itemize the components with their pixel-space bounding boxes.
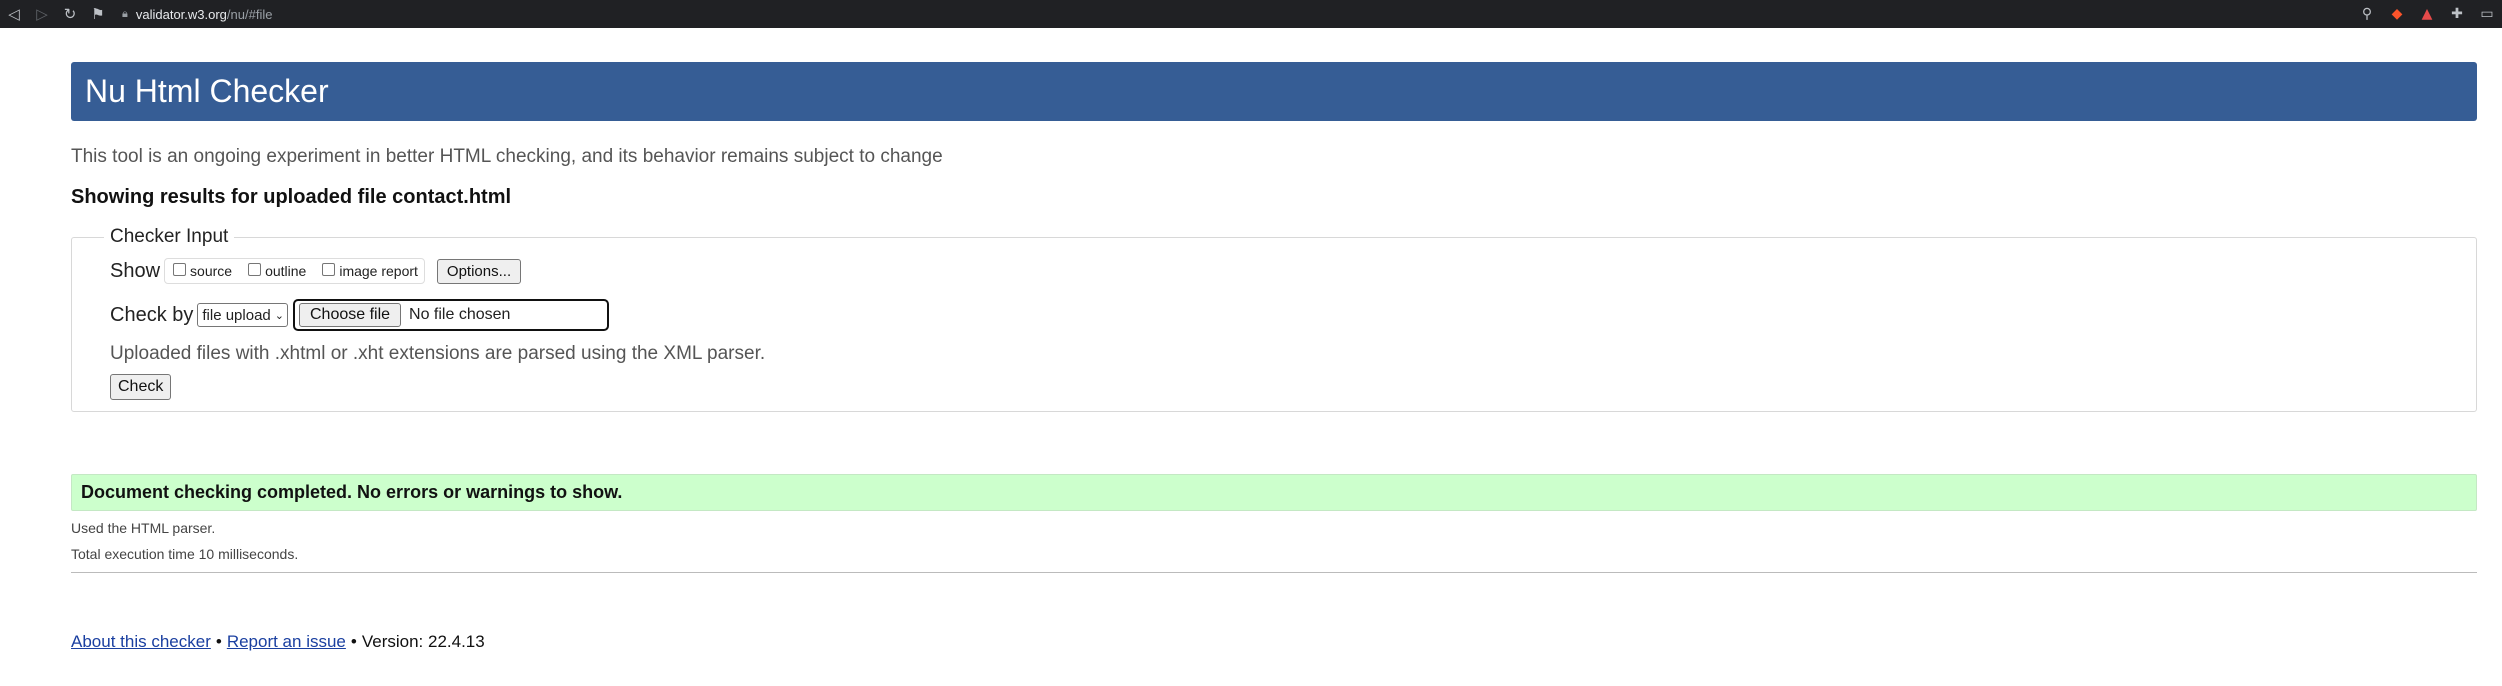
lock-icon[interactable]: 🔒︎ bbox=[122, 7, 128, 21]
image-report-checkbox[interactable] bbox=[322, 262, 336, 276]
check-button[interactable]: Check bbox=[110, 374, 172, 400]
no-file-text: No file chosen bbox=[409, 306, 511, 323]
checker-input-legend: Checker Input bbox=[110, 226, 229, 247]
toolbar-right: ⚲ ◆ ▲ ✚ ▭ bbox=[2352, 0, 2502, 28]
outline-checkbox[interactable] bbox=[248, 262, 262, 276]
divider bbox=[71, 572, 2477, 573]
check-by-row: Check by file upload ⌄ Choose file No fi… bbox=[110, 299, 2438, 331]
zoom-icon[interactable]: ⚲ bbox=[2352, 0, 2382, 28]
choose-file-button[interactable]: Choose file bbox=[298, 303, 402, 327]
back-icon[interactable]: ◁ bbox=[0, 0, 28, 28]
xml-parser-note: Uploaded files with .xhtml or .xht exten… bbox=[110, 343, 766, 364]
execution-time: Total execution time 10 milliseconds. bbox=[71, 546, 299, 562]
bookmark-icon[interactable]: ⚑ bbox=[84, 0, 112, 28]
parser-note: Used the HTML parser. bbox=[71, 520, 216, 536]
forward-icon[interactable]: ▷ bbox=[28, 0, 56, 28]
show-label: Show bbox=[110, 259, 161, 282]
url-path: /nu/#file bbox=[226, 6, 273, 22]
results-heading: Showing results for uploaded file contac… bbox=[71, 186, 512, 208]
url-host: validator.w3.org bbox=[135, 6, 227, 22]
version-text: Version: 22.4.13 bbox=[361, 632, 485, 651]
source-checkbox[interactable] bbox=[173, 262, 187, 276]
header-bar: Nu Html Checker bbox=[71, 62, 2477, 121]
source-label[interactable]: source bbox=[190, 263, 232, 279]
footer-separator: • bbox=[350, 632, 357, 651]
browser-toolbar: ◁ ▷ ↻ ⚑ 🔒︎ validator.w3.org/nu/#file ⚲ ◆… bbox=[0, 0, 2502, 28]
address-bar[interactable]: validator.w3.org/nu/#file bbox=[136, 7, 273, 22]
brave-rewards-icon[interactable]: ▲ bbox=[2412, 0, 2442, 28]
extensions-icon[interactable]: ✚ bbox=[2442, 0, 2472, 28]
check-by-value: file upload bbox=[202, 306, 271, 324]
reload-icon[interactable]: ↻ bbox=[56, 0, 84, 28]
options-button[interactable]: Options... bbox=[436, 258, 522, 284]
check-by-label: Check by bbox=[110, 303, 194, 326]
checker-input-fieldset: Checker Input Show source outline image … bbox=[71, 226, 2477, 412]
footer: About this checker • Report an issue • Versi… bbox=[71, 632, 2477, 652]
show-options-group: source outline image report bbox=[164, 258, 425, 284]
show-row: Show source outline image report Options… bbox=[110, 258, 2438, 284]
check-by-select[interactable]: file upload ⌄ bbox=[197, 303, 288, 327]
about-checker-link[interactable]: About this checker bbox=[71, 632, 211, 651]
report-issue-link[interactable]: Report an issue bbox=[227, 632, 346, 651]
chevron-down-icon: ⌄ bbox=[274, 308, 284, 322]
page-content: Nu Html Checker This tool is an ongoing … bbox=[71, 62, 2477, 652]
outline-label[interactable]: outline bbox=[265, 263, 306, 279]
intro-text: This tool is an ongoing experiment in be… bbox=[71, 146, 943, 167]
footer-separator: • bbox=[215, 632, 222, 651]
success-message: Document checking completed. No errors o… bbox=[71, 474, 2477, 511]
sidebar-icon[interactable]: ▭ bbox=[2472, 0, 2502, 28]
image-report-label[interactable]: image report bbox=[339, 263, 418, 279]
file-input[interactable]: Choose file No file chosen bbox=[292, 299, 609, 331]
page-title: Nu Html Checker bbox=[85, 73, 329, 109]
brave-shield-icon[interactable]: ◆ bbox=[2382, 0, 2412, 28]
